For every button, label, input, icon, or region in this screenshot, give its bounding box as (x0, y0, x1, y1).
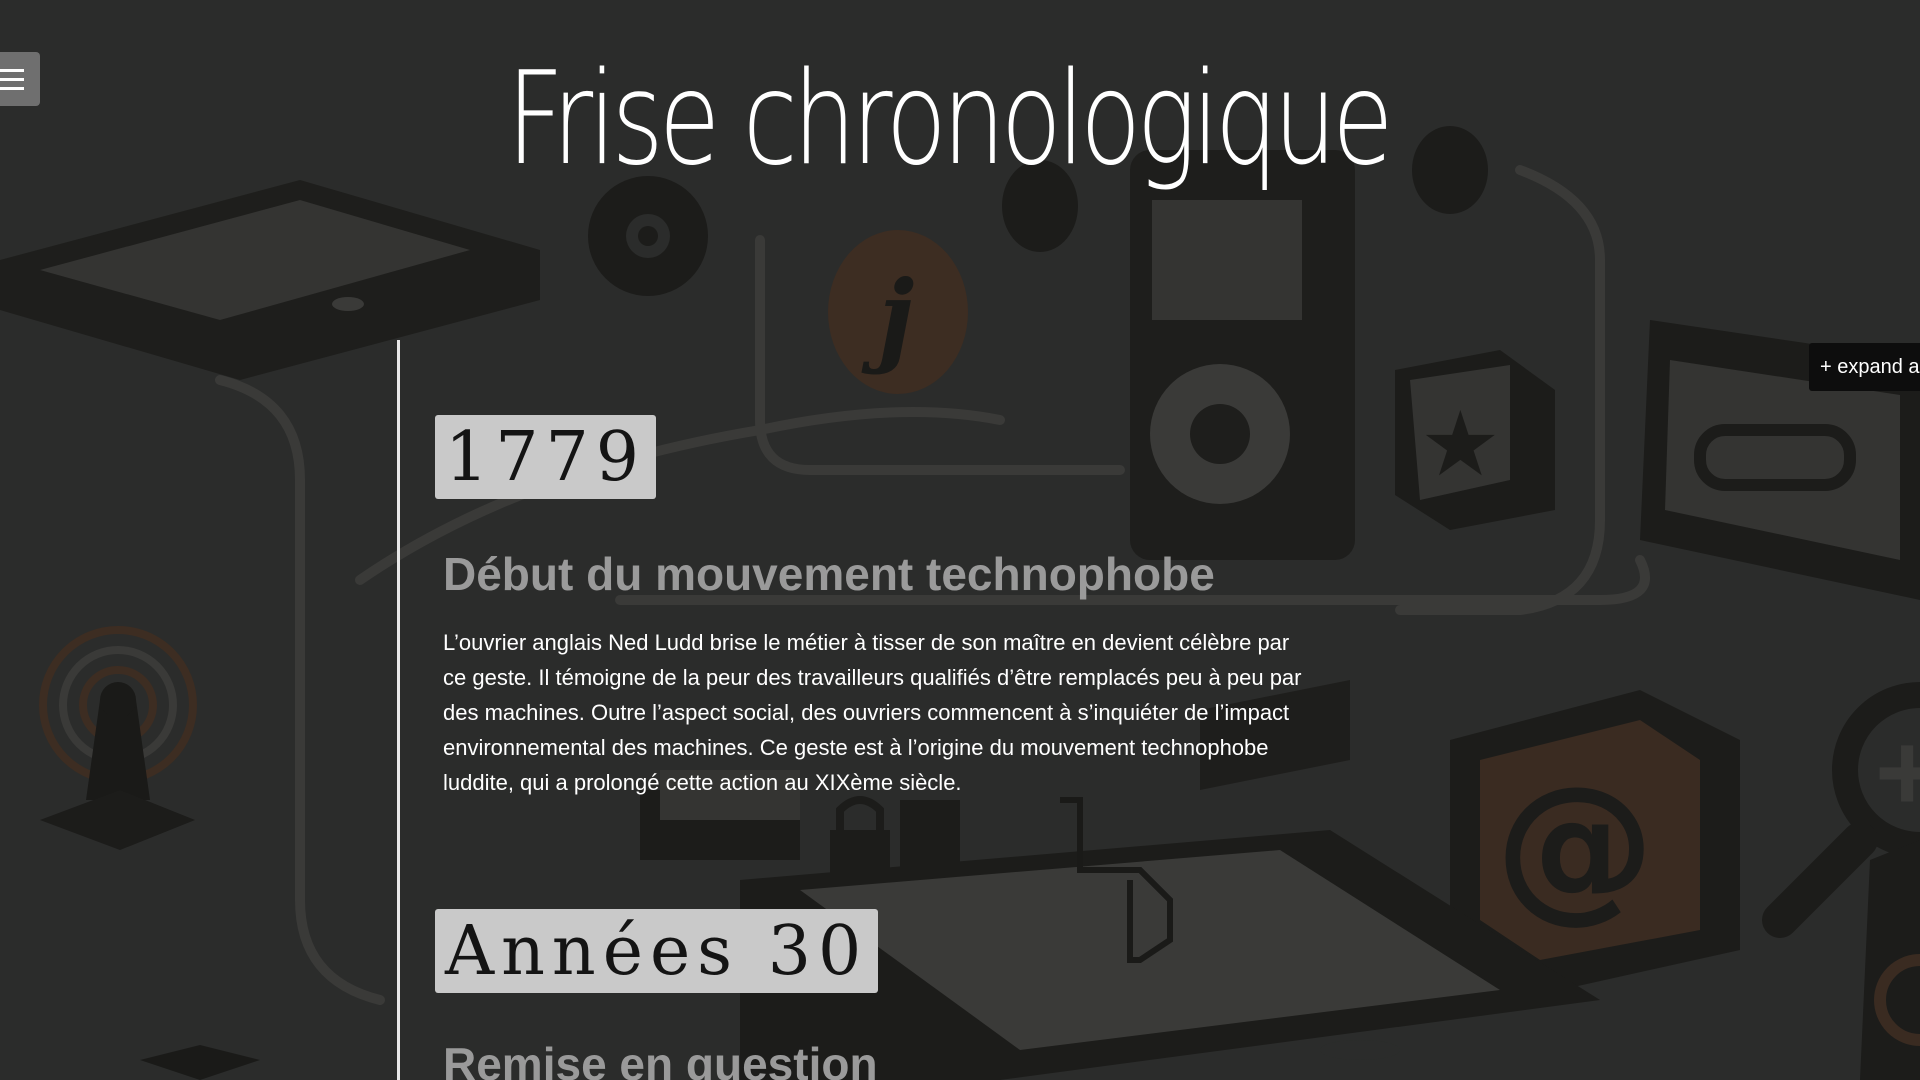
timeline-line (397, 340, 400, 1080)
gear-icon (588, 176, 708, 296)
star-icon: ★ (1395, 350, 1555, 530)
menu-button[interactable] (0, 52, 40, 106)
hamburger-icon-bar (0, 77, 24, 81)
expand-all-button[interactable]: + expand a (1809, 343, 1920, 391)
timeline-event: Années 30 Remise en question (435, 909, 1315, 1080)
event-title: Début du mouvement technophobe (443, 548, 1215, 600)
radio-tower-icon (39, 626, 197, 850)
hamburger-icon-bar (0, 68, 24, 72)
svg-text:+: + (1875, 711, 1920, 834)
tablet-icon (0, 180, 540, 380)
timeline-event: 1779 Début du mouvement technophobe L’ou… (435, 415, 1315, 800)
page: j ★ @ + Frise chronologique + expand a 1… (0, 0, 1920, 1080)
event-date: Années 30 (435, 909, 879, 993)
hamburger-icon-bar (0, 86, 24, 90)
svg-text:★: ★ (1420, 395, 1501, 495)
info-icon: j (828, 230, 968, 394)
event-date: 1779 (435, 415, 657, 499)
power-icon (1860, 840, 1920, 1080)
page-title: Frise chronologique (506, 45, 1394, 194)
svg-text:@: @ (1495, 751, 1655, 938)
event-title: Remise en question (443, 1038, 878, 1080)
event-description: L’ouvrier anglais Ned Ludd brise le méti… (443, 630, 1302, 795)
